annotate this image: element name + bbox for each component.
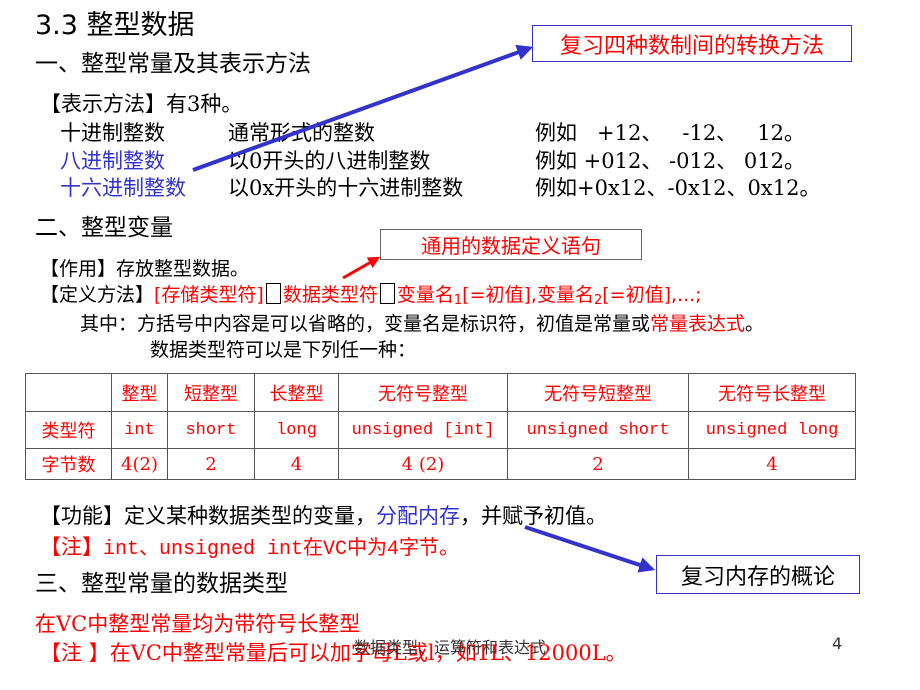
definition-data-type: 数据类型符 (282, 284, 378, 306)
callout-review-radix-text: 复习四种数制间的转换方法 (559, 33, 824, 59)
footer-title: 数据类型、运算符和表达式 (354, 638, 547, 657)
part1-heading: 一、整型常量及其表示方法 (35, 51, 311, 77)
function-label: 【功能】 (40, 504, 124, 528)
table-cell: 4(2) (111, 448, 168, 480)
part3-heading: 三、整型常量的数据类型 (35, 571, 288, 597)
table-row-label: 字节数 (25, 448, 112, 480)
table-cell: unsigned [int] (338, 411, 508, 449)
page-number: 4 (832, 634, 843, 653)
table-cell: int (111, 411, 168, 449)
radix-example-hex: 例如+0x12、-0x12、0x12。 (535, 176, 821, 200)
radix-name-octal: 八进制整数 (60, 149, 165, 173)
definition-note-highlight: 常量表达式 (650, 313, 746, 335)
placeholder-box-icon (379, 283, 395, 304)
table-header-cell: 无符号短整型 (507, 373, 689, 412)
table-header-cell: 短整型 (167, 373, 255, 412)
definition-line: 【定义方法】[存储类型符] 数据类型符 变量名1[=初值],变量名2[=初值],..… (40, 280, 702, 308)
table-cell: long (254, 411, 339, 449)
table-row: 类型符 int short long unsigned [int] unsign… (25, 411, 856, 449)
arrow-to-memory-callout (524, 525, 656, 573)
table-cell: 4 (254, 448, 339, 480)
table-row-label: 类型符 (25, 411, 112, 449)
callout-review-memory: 复习内存的概论 (656, 555, 860, 594)
radix-name-decimal: 十进制整数 (60, 121, 165, 145)
type-list-intro: 数据类型符可以是下列任一种： (150, 339, 417, 361)
callout-review-radix: 复习四种数制间的转换方法 (532, 25, 852, 62)
purpose-line: 【作用】存放整型数据。 (40, 254, 249, 281)
purpose-text: 存放整型数据。 (116, 258, 250, 280)
table-row: 字节数 4(2) 2 4 4 (2) 2 4 (25, 448, 856, 480)
callout-review-memory-text: 复习内存的概论 (680, 564, 835, 590)
definition-var2-subscript: 2 (593, 293, 603, 308)
function-suffix: ，并赋予初值。 (460, 504, 607, 528)
arrow-to-definition-callout (342, 256, 381, 280)
table-header-cell: 无符号整型 (338, 373, 508, 412)
integer-types-table: 整型 短整型 长整型 无符号整型 无符号短整型 无符号长整型 类型符 int s… (25, 373, 856, 480)
table-header-cell: 无符号长整型 (688, 373, 856, 412)
definition-var1: 变量名 (396, 284, 454, 306)
table-header-cell (25, 373, 112, 412)
table-cell: 4 (2) (338, 448, 508, 480)
int-size-note-text: int、unsigned int在VC中为4字节。 (103, 538, 460, 561)
table-header-row: 整型 短整型 长整型 无符号整型 无符号短整型 无符号长整型 (25, 373, 856, 412)
radix-desc-decimal: 通常形式的整数 (228, 121, 375, 145)
int-size-note: 【注】int、unsigned int在VC中为4字节。 (40, 531, 459, 561)
table-cell: short (167, 411, 255, 449)
definition-note: 其中：方括号中内容是可以省略的，变量名是标识符，初值是常量或常量表达式。 (80, 309, 764, 336)
section-title: 3.3 整型数据 (35, 10, 195, 41)
table-header-cell: 整型 (111, 373, 168, 412)
radix-name-hex: 十六进制整数 (60, 176, 186, 200)
table-header-cell: 长整型 (254, 373, 339, 412)
radix-desc-octal: 以0开头的八进制整数 (228, 149, 431, 173)
purpose-label: 【作用】 (40, 258, 117, 280)
radix-desc-hex: 以0x开头的十六进制整数 (228, 176, 464, 200)
definition-label: 【定义方法】 (40, 284, 155, 306)
table-cell: 2 (507, 448, 689, 480)
part3-line1: 在VC中整型常量均为带符号长整型 (35, 612, 361, 636)
part3-note-label: 【注 】 (40, 641, 110, 665)
definition-init2: [=初值],...; (602, 284, 702, 306)
definition-storage-class: [存储类型符] (154, 284, 264, 306)
definition-var1-subscript: 1 (453, 293, 463, 308)
table-cell: 2 (167, 448, 255, 480)
definition-var2: 变量名 (536, 284, 594, 306)
table-cell: unsigned short (507, 411, 689, 449)
table-cell: 4 (688, 448, 856, 480)
definition-note-suffix: 。 (745, 313, 765, 335)
part2-heading: 二、整型变量 (35, 215, 173, 241)
definition-note-prefix: 其中：方括号中内容是可以省略的，变量名是标识符，初值是常量或 (80, 313, 651, 335)
int-size-note-label: 【注】 (40, 535, 103, 559)
function-highlight: 分配内存 (376, 504, 460, 528)
function-text: 定义某种数据类型的变量， (124, 504, 376, 528)
table-cell: unsigned long (688, 411, 856, 449)
function-line: 【功能】定义某种数据类型的变量，分配内存，并赋予初值。 (40, 500, 607, 530)
radix-example-octal: 例如 +012、 -012、 012。 (535, 149, 805, 173)
definition-init1: [=初值], (462, 284, 537, 306)
part1-intro: 【表示方法】有3种。 (40, 92, 243, 116)
placeholder-box-icon (265, 283, 281, 304)
callout-definition-statement: 通用的数据定义语句 (380, 229, 642, 260)
radix-example-decimal: 例如 +12、 -12、 12。 (535, 121, 805, 145)
callout-definition-statement-text: 通用的数据定义语句 (421, 234, 601, 258)
